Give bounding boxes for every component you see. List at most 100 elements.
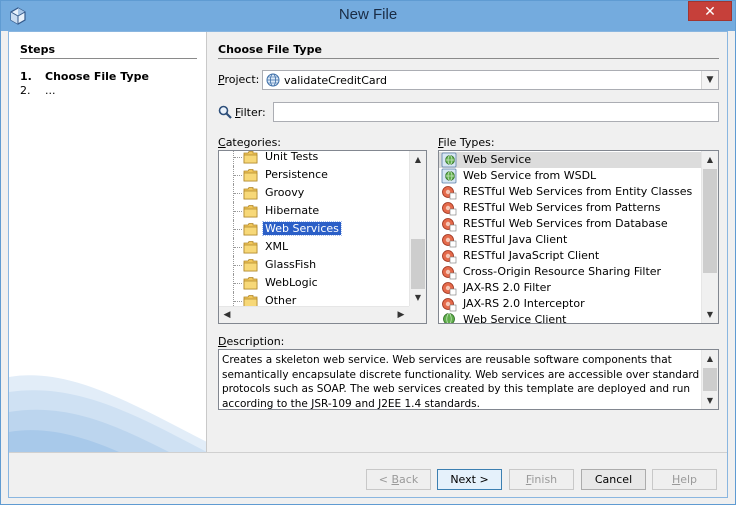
file-type-item[interactable]: RESTful Java Client [439, 232, 702, 248]
description-vertical-scrollbar[interactable]: ▲ ▼ [701, 350, 718, 409]
category-item[interactable]: Groovy [219, 184, 409, 202]
file-types-vertical-scrollbar[interactable]: ▲ ▼ [701, 151, 718, 323]
step-1: 1. Choose File Type [20, 70, 149, 83]
tree-guide [234, 265, 242, 266]
file-type-label: JAX-RS 2.0 Interceptor [463, 297, 585, 310]
category-label: XML [265, 240, 289, 253]
project-value: validateCreditCard [284, 74, 387, 87]
category-item[interactable]: WebLogic [219, 274, 409, 292]
categories-tree[interactable]: Unit Tests Persistence Groovy Hibernate Web … [218, 150, 427, 324]
back-button[interactable]: < Back [366, 469, 431, 490]
web-service-icon [441, 168, 457, 184]
step-number: 2. [20, 84, 31, 97]
next-button[interactable]: Next > [437, 469, 502, 490]
tree-guide [234, 301, 242, 302]
tree-guide [234, 283, 242, 284]
scroll-up-icon[interactable]: ▲ [702, 151, 718, 168]
file-types-list[interactable]: Web Service Web Service from WSDL RESTful … [438, 150, 719, 324]
file-type-item[interactable]: Web Service from WSDL [439, 168, 702, 184]
category-label: GlassFish [265, 258, 317, 271]
cancel-button[interactable]: Cancel [581, 469, 646, 490]
file-type-item[interactable]: RESTful Web Services from Database [439, 216, 702, 232]
category-item[interactable]: Persistence [219, 166, 409, 184]
file-type-label: Web Service Client [463, 313, 567, 324]
tree-guide [234, 211, 242, 212]
step-number: 1. [20, 70, 32, 83]
title-bar[interactable]: New File ✕ [1, 1, 735, 31]
file-type-label: RESTful Web Services from Patterns [463, 201, 661, 214]
tree-guide [233, 151, 234, 166]
scroll-left-icon[interactable]: ◀ [219, 307, 235, 323]
file-type-item[interactable]: Web Service Client [439, 312, 702, 324]
file-types-label: File Types: [438, 136, 495, 149]
folder-icon [243, 168, 258, 182]
restful-icon [441, 280, 457, 296]
category-item[interactable]: XML [219, 238, 409, 256]
scroll-down-icon[interactable]: ▼ [410, 289, 426, 306]
tree-guide [234, 229, 242, 230]
category-label: Hibernate [265, 204, 320, 217]
chevron-down-icon[interactable]: ▼ [701, 71, 718, 89]
file-type-item[interactable]: Web Service [439, 152, 702, 168]
finish-button[interactable]: Finish [509, 469, 574, 490]
description-box[interactable]: Creates a skeleton web service. Web serv… [218, 349, 719, 410]
category-item[interactable]: Unit Tests [219, 150, 409, 166]
restful-icon [441, 232, 457, 248]
restful-icon [441, 264, 457, 280]
scroll-up-icon[interactable]: ▲ [410, 151, 426, 168]
steps-title: Steps [20, 43, 56, 56]
scroll-down-icon[interactable]: ▼ [702, 392, 718, 409]
category-label: Web Services [262, 221, 342, 236]
scroll-down-icon[interactable]: ▼ [702, 306, 718, 323]
tree-guide [234, 193, 242, 194]
search-icon [218, 105, 232, 119]
restful-icon [441, 296, 457, 312]
file-type-label: Cross-Origin Resource Sharing Filter [463, 265, 662, 278]
restful-icon [441, 248, 457, 264]
categories-vertical-scrollbar[interactable]: ▲ ▼ [409, 151, 426, 306]
decorative-swoosh-image [9, 375, 206, 452]
window-title: New File [338, 6, 398, 23]
file-type-item[interactable]: JAX-RS 2.0 Interceptor [439, 296, 702, 312]
web-service-icon [441, 152, 457, 168]
file-type-item[interactable]: Cross-Origin Resource Sharing Filter [439, 264, 702, 280]
restful-icon [441, 200, 457, 216]
category-label: Groovy [265, 186, 305, 199]
filter-input[interactable] [273, 102, 719, 122]
steps-panel: Steps 1. Choose File Type 2.... [9, 32, 207, 452]
scroll-thumb[interactable] [703, 169, 717, 273]
file-type-label: RESTful Web Services from Database [463, 217, 668, 230]
step-label: ... [45, 84, 56, 97]
step-2: 2.... [20, 84, 56, 97]
folder-icon [243, 258, 258, 272]
file-type-label: JAX-RS 2.0 Filter [463, 281, 551, 294]
page-title: Choose File Type [218, 43, 322, 56]
folder-icon [243, 222, 258, 236]
close-button[interactable]: ✕ [688, 1, 732, 21]
category-item[interactable]: Web Services [219, 220, 409, 238]
file-type-item[interactable]: RESTful Web Services from Entity Classes [439, 184, 702, 200]
category-label: Unit Tests [265, 150, 319, 163]
scroll-thumb[interactable] [411, 239, 425, 289]
file-type-item[interactable]: RESTful JavaScript Client [439, 248, 702, 264]
title-divider [218, 58, 719, 59]
file-type-label: RESTful Java Client [463, 233, 568, 246]
web-service-client-icon [441, 312, 457, 323]
help-button[interactable]: Help [652, 469, 717, 490]
description-text: Creates a skeleton web service. Web serv… [222, 354, 700, 410]
file-type-label: Web Service [463, 153, 532, 166]
categories-horizontal-scrollbar[interactable]: ◀ ▶ [219, 306, 409, 323]
category-item[interactable]: GlassFish [219, 256, 409, 274]
scroll-thumb[interactable] [703, 368, 717, 391]
steps-divider [20, 58, 197, 59]
category-label: WebLogic [265, 276, 318, 289]
scroll-up-icon[interactable]: ▲ [702, 350, 718, 367]
category-item[interactable]: Hibernate [219, 202, 409, 220]
file-type-label: Web Service from WSDL [463, 169, 597, 182]
project-select[interactable]: validateCreditCard ▼ [262, 70, 719, 90]
tree-guide [234, 157, 242, 158]
scroll-right-icon[interactable]: ▶ [393, 307, 409, 323]
file-type-item[interactable]: RESTful Web Services from Patterns [439, 200, 702, 216]
file-type-item[interactable]: JAX-RS 2.0 Filter [439, 280, 702, 296]
scrollbar-corner [409, 306, 426, 323]
